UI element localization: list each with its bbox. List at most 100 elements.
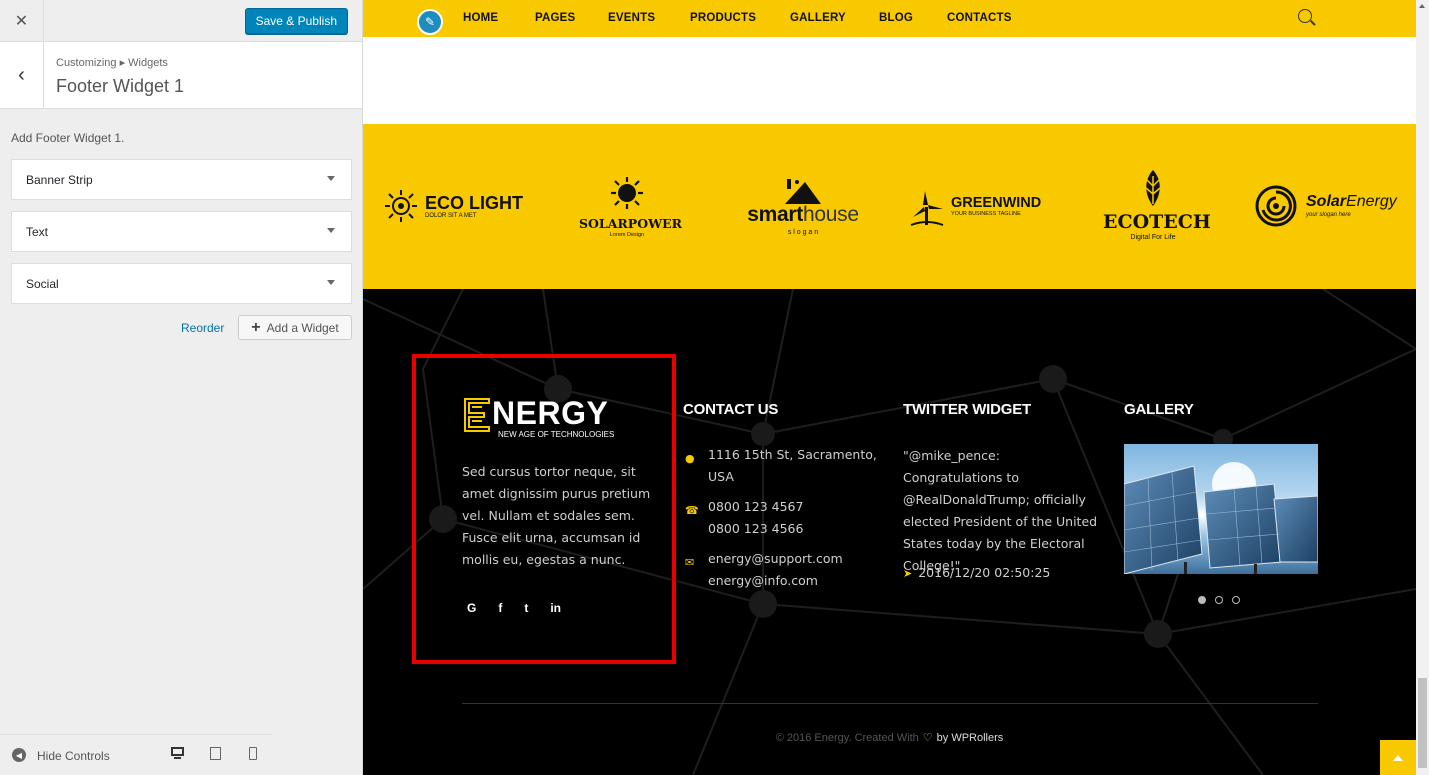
smarthouse-tag: s l o g a n	[787, 229, 819, 236]
nav-item-blog[interactable]: BLOG	[879, 12, 947, 24]
eco-light-logo[interactable]: ECO LIGHT DOLOR SIT A MET	[383, 188, 523, 229]
ecotech-tag: Digital For Life	[1130, 234, 1176, 241]
back-icon[interactable]: ‹	[0, 42, 44, 108]
envelope-icon: ✉	[685, 556, 695, 569]
nav-item-home[interactable]: HOME	[463, 12, 535, 24]
author-link[interactable]: by WPRollers	[937, 732, 1004, 744]
save-publish-button[interactable]: Save & Publish	[244, 8, 348, 34]
widget-title: Text	[26, 224, 49, 239]
map-pin-icon: ●	[685, 452, 695, 465]
energy-tagline: NEW AGE OF TECHNOLOGIES	[498, 430, 615, 439]
ecotech-name: ECOTECH	[1103, 211, 1211, 233]
greenwind-tag: YOUR BUSINESS TAGLINE	[951, 211, 1021, 217]
edit-pencil-icon[interactable]: ✎	[417, 9, 443, 35]
eco-light-name: ECO LIGHT	[425, 193, 523, 213]
heart-icon: ♡	[922, 732, 933, 744]
gallery-dot-2[interactable]	[1215, 596, 1223, 604]
tweet-date: ➤ 2016/12/20 02:50:25	[903, 565, 1051, 580]
twitter-heading: TWITTER WIDGET	[903, 401, 1032, 418]
widget-title: Social	[26, 276, 59, 291]
social-links: G f t in	[467, 601, 561, 615]
twitter-bird-icon: ➤	[903, 567, 913, 580]
main-navigation: ✎ HOME PAGES EVENTS PRODUCTS GALLERY BLO…	[363, 0, 1416, 37]
sidebar-footer: ◀ Hide Controls	[0, 734, 272, 775]
phone-icon: ☎	[685, 504, 699, 517]
solar-energy-tag: your slogan here	[1306, 212, 1351, 218]
solar-energy-name: SolarEnergy	[1306, 193, 1397, 210]
eco-light-tag: DOLOR SIT A MET	[425, 213, 477, 219]
footer-divider	[462, 703, 1318, 704]
energy-e-icon	[464, 398, 490, 432]
solar-energy-logo[interactable]: SolarEnergy your slogan here	[1254, 184, 1404, 228]
nav-item-events[interactable]: EVENTS	[608, 12, 690, 24]
contact-heading: CONTACT US	[683, 401, 779, 418]
email-link[interactable]: energy@info.com	[708, 570, 818, 592]
scrollbar-thumb[interactable]	[1418, 678, 1427, 768]
nav-menu: HOME PAGES EVENTS PRODUCTS GALLERY BLOG …	[463, 12, 1012, 24]
greenwind-logo[interactable]: GREENWIND YOUR BUSINESS TAGLINE	[909, 187, 1049, 231]
gallery-heading: GALLERY	[1124, 401, 1194, 418]
solarpower-logo[interactable]: SOLARPOWER Lorem Design	[579, 176, 683, 248]
breadcrumb: Customizing ▸ Widgets	[56, 57, 168, 69]
scroll-to-top-button[interactable]	[1380, 740, 1416, 775]
greenwind-name: GREENWIND	[951, 195, 1042, 211]
energy-name: NERGY	[492, 395, 609, 431]
site-footer: NERGY NEW AGE OF TECHNOLOGIES Sed cursus…	[363, 289, 1416, 775]
chevron-down-icon[interactable]	[327, 176, 335, 181]
gallery-pagination	[1198, 596, 1240, 604]
section-title: Footer Widget 1	[56, 76, 185, 96]
smarthouse-name: smarthouse	[747, 203, 859, 226]
customizer-screen: ✕ Save & Publish ‹ Customizing ▸ Widgets…	[0, 0, 1429, 775]
gallery-dot-3[interactable]	[1232, 596, 1240, 604]
google-icon[interactable]: G	[467, 601, 476, 615]
section-header: ‹ Customizing ▸ Widgets Footer Widget 1	[0, 42, 362, 109]
desktop-icon[interactable]	[170, 746, 184, 762]
widget-social[interactable]: Social	[11, 263, 352, 304]
gallery-image-solar-panels[interactable]	[1124, 444, 1318, 574]
tablet-icon[interactable]	[208, 746, 222, 762]
chevron-down-icon[interactable]	[327, 228, 335, 233]
collapse-icon[interactable]: ◀	[12, 748, 26, 762]
scroll-up-arrow-icon[interactable]	[1419, 4, 1425, 8]
solar-panel-picture	[1124, 462, 1318, 574]
nav-item-gallery[interactable]: GALLERY	[790, 12, 879, 24]
energy-logo[interactable]: NERGY NEW AGE OF TECHNOLOGIES	[462, 395, 614, 439]
solarpower-tag: Lorem Design	[609, 232, 645, 238]
tweet-text: "@mike_pence: Congratulations to @RealDo…	[903, 448, 1098, 573]
widget-text[interactable]: Text	[11, 211, 352, 252]
chevron-down-icon[interactable]	[327, 280, 335, 285]
bulb-icon	[385, 190, 417, 222]
site-preview: ✎ HOME PAGES EVENTS PRODUCTS GALLERY BLO…	[363, 0, 1416, 775]
spiral-icon	[1255, 185, 1297, 227]
close-icon[interactable]: ✕	[0, 0, 44, 42]
leaf-icon	[1145, 170, 1161, 206]
add-widget-button[interactable]: + Add a Widget	[238, 315, 352, 340]
sidebar-header: ✕ Save & Publish	[0, 0, 362, 42]
widget-banner-strip[interactable]: Banner Strip	[11, 159, 352, 200]
section-description: Add Footer Widget 1.	[11, 131, 125, 145]
add-widget-label: Add a Widget	[266, 320, 339, 335]
wind-turbine-icon	[910, 191, 944, 226]
nav-item-products[interactable]: PRODUCTS	[690, 12, 790, 24]
copyright: © 2016 Energy. Created With ♡ by WPRollers	[775, 732, 1004, 744]
gallery-dot-1[interactable]	[1198, 596, 1206, 604]
email-link[interactable]: energy@support.com	[708, 548, 843, 570]
about-text: Sed cursus tortor neque, sit amet dignis…	[462, 464, 651, 567]
mobile-icon[interactable]	[246, 746, 260, 762]
linkedin-icon[interactable]: in	[550, 601, 561, 615]
customizer-sidebar: ✕ Save & Publish ‹ Customizing ▸ Widgets…	[0, 0, 363, 775]
hide-controls-button[interactable]: Hide Controls	[37, 749, 110, 763]
ecotech-logo[interactable]: ECOTECH Digital For Life	[1103, 168, 1211, 248]
plus-icon: +	[251, 318, 261, 336]
widget-title: Banner Strip	[26, 172, 93, 187]
twitter-icon[interactable]: t	[524, 601, 528, 615]
nav-item-contacts[interactable]: CONTACTS	[947, 12, 1012, 24]
nav-item-pages[interactable]: PAGES	[535, 12, 608, 24]
smarthouse-logo[interactable]: smarthouse s l o g a n	[747, 176, 859, 246]
reorder-link[interactable]: Reorder	[181, 321, 224, 335]
sun-icon	[611, 177, 643, 209]
facebook-icon[interactable]: f	[498, 601, 502, 615]
solarpower-name: SOLARPOWER	[579, 216, 683, 231]
search-icon[interactable]	[1298, 9, 1312, 23]
preview-scrollbar[interactable]	[1416, 0, 1429, 775]
